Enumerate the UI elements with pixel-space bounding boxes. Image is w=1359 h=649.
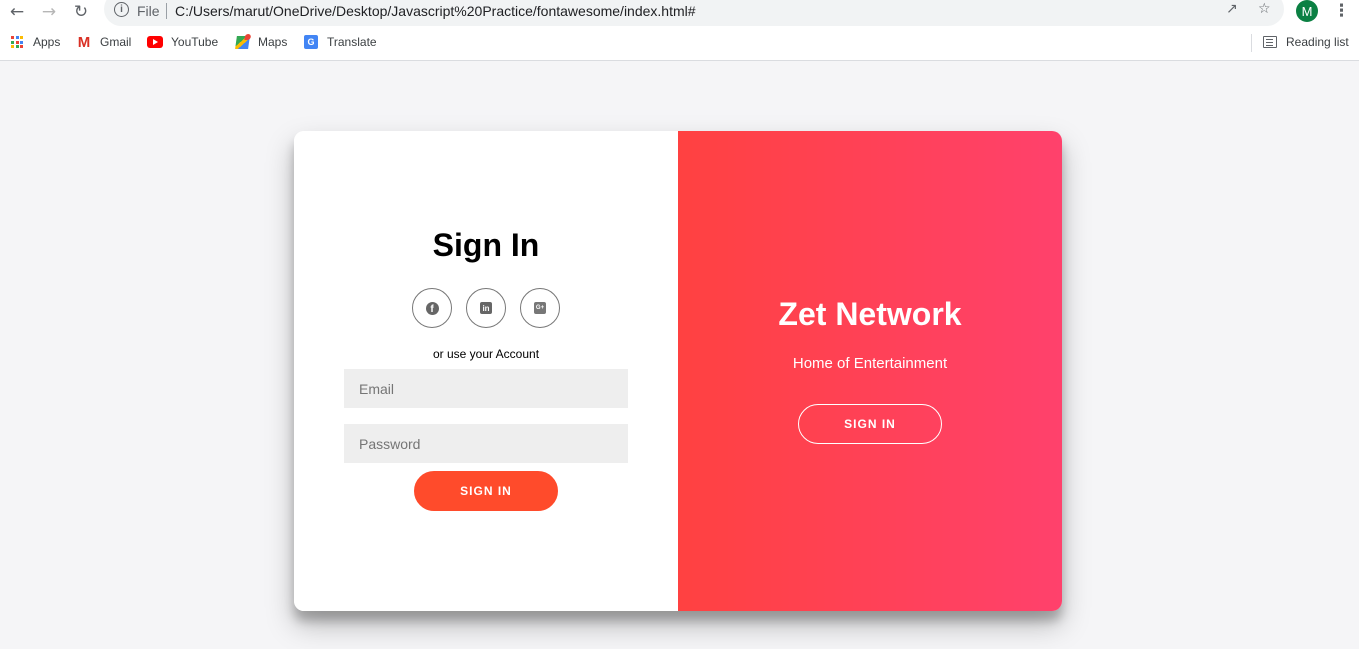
translate-icon: G (303, 35, 319, 49)
bookmark-label: Maps (258, 35, 288, 49)
menu-kebab-icon[interactable]: ⋮ (1333, 1, 1350, 21)
email-field[interactable] (344, 369, 628, 408)
facebook-button[interactable]: f (412, 288, 452, 328)
overlay-subtitle: Home of Entertainment (792, 355, 948, 372)
back-arrow-icon[interactable]: ← (6, 1, 28, 23)
bookmarks-bar: Apps M Gmail YouTube Maps G Translate Re… (0, 26, 1359, 61)
apps-grid-icon (9, 35, 25, 49)
auth-card: Sign In f in G+ or use your Account SIGN… (294, 131, 1062, 611)
profile-avatar[interactable]: M (1296, 0, 1318, 22)
address-url[interactable]: C:/Users/marut/OneDrive/Desktop/Javascri… (175, 3, 696, 19)
linkedin-icon: in (480, 302, 492, 314)
star-icon[interactable]: ☆ (1258, 1, 1271, 17)
bookmark-label: Apps (33, 35, 61, 49)
bookmark-translate[interactable]: G Translate (303, 35, 377, 49)
bookmark-maps[interactable]: Maps (234, 35, 287, 49)
youtube-icon (147, 35, 163, 49)
gmail-icon: M (77, 33, 91, 51)
bookmark-youtube[interactable]: YouTube (147, 35, 218, 49)
linkedin-button[interactable]: in (466, 288, 506, 328)
reload-icon[interactable]: ↻ (70, 1, 92, 23)
address-scheme-label: File (137, 3, 160, 19)
sign-in-title: Sign In (432, 227, 540, 263)
overlay-title: Zet Network (778, 296, 962, 332)
google-plus-button[interactable]: G+ (520, 288, 560, 328)
browser-toolbar: ← → ↻ i File C:/Users/marut/OneDrive/Des… (0, 0, 1359, 26)
reading-list-label: Reading list (1286, 35, 1349, 49)
bookmark-gmail[interactable]: M Gmail (76, 33, 132, 51)
address-separator (166, 3, 167, 19)
bookmark-apps[interactable]: Apps (9, 35, 60, 49)
bookmark-label: Gmail (100, 35, 132, 49)
share-icon[interactable]: ↗ (1226, 1, 1238, 17)
facebook-icon: f (425, 301, 439, 315)
google-plus-icon: G+ (534, 302, 546, 314)
sign-in-submit-button[interactable]: SIGN IN (414, 471, 558, 511)
reading-list-icon (1262, 35, 1278, 49)
bookmark-label: Translate (327, 35, 377, 49)
password-field[interactable] (344, 424, 628, 463)
reading-list-button[interactable]: Reading list (1262, 35, 1349, 49)
social-login-row: f in G+ (412, 288, 560, 328)
overlay-panel: Zet Network Home of Entertainment SIGN I… (678, 131, 1062, 611)
forward-arrow-icon[interactable]: → (38, 1, 60, 23)
bookmarks-divider (1251, 34, 1252, 52)
alt-login-text: or use your Account (432, 347, 540, 361)
sign-in-panel: Sign In f in G+ or use your Account SIGN… (294, 131, 678, 611)
bookmark-label: YouTube (171, 35, 219, 49)
info-icon[interactable]: i (114, 2, 129, 17)
maps-icon (234, 35, 250, 49)
address-bar[interactable]: i File C:/Users/marut/OneDrive/Desktop/J… (104, 0, 1284, 26)
overlay-sign-in-button[interactable]: SIGN IN (798, 404, 942, 444)
